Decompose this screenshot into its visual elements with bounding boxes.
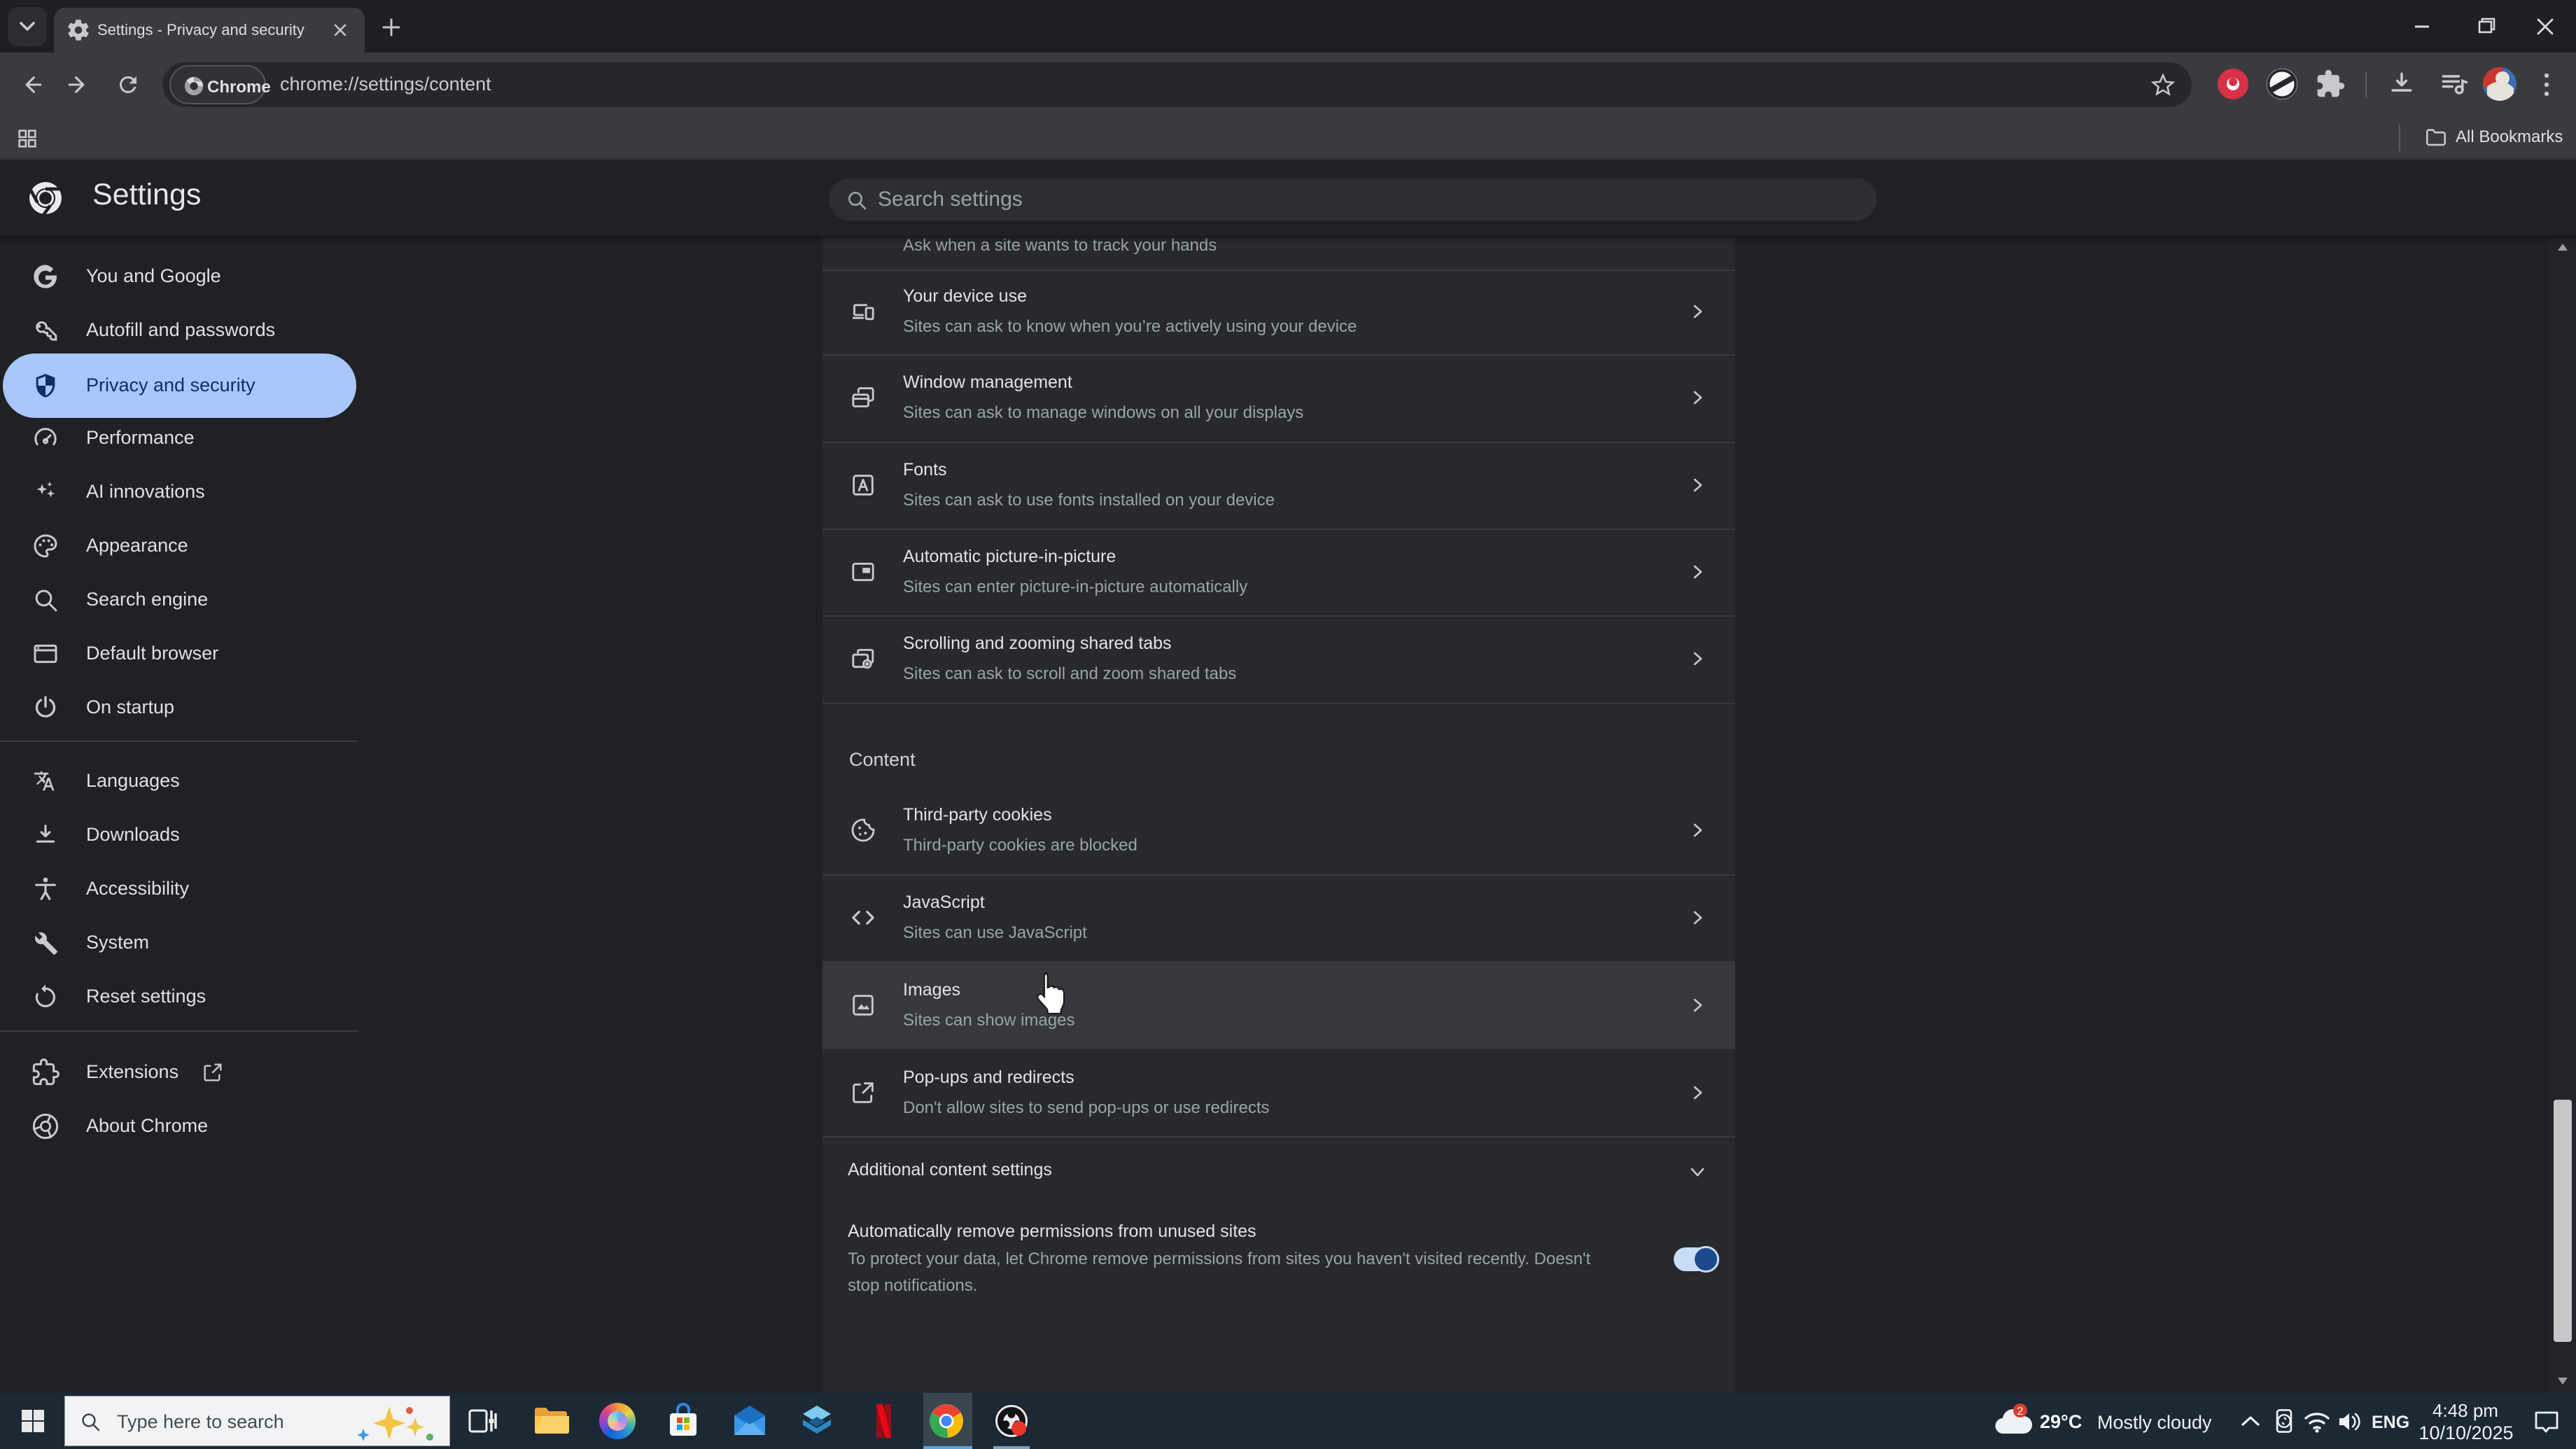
svg-text:2: 2 bbox=[2017, 1406, 2024, 1418]
